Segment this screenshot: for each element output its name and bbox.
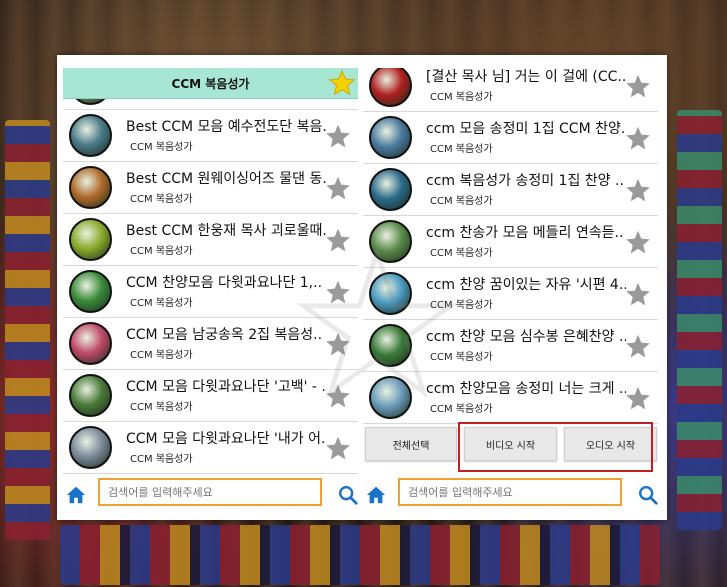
favorite-star-icon[interactable]	[624, 281, 652, 308]
favorite-star-icon[interactable]	[324, 123, 352, 150]
select-all-button[interactable]: 전체선택	[365, 427, 457, 461]
category-header: CCM 복음성가	[63, 68, 358, 99]
video-thumbnail	[69, 322, 112, 365]
video-title: [결산 목사 님] 거는 이 걸에 (CC..	[426, 69, 626, 85]
video-title: ccm 찬양 꿈이있는 자유 '시편 4..	[426, 277, 626, 293]
video-title: Best CCM 한웅재 목사 괴로울때..	[126, 223, 326, 239]
video-title: CCM 모음 남궁송옥 2집 복음성..	[126, 327, 323, 343]
video-title: CCM 찬양모음 다윗과요나단 1,..	[126, 275, 323, 291]
video-thumbnail	[369, 376, 412, 419]
video-category: CCM 복음성가	[130, 350, 193, 361]
search-bar	[363, 475, 658, 513]
list-item[interactable]: ccm 찬송가 모음 메들리 연속듣.. CCM 복음성가	[363, 216, 658, 268]
video-title: CCM 모음 다윗과요나단 '고백' - ..	[126, 379, 326, 395]
video-thumbnail	[69, 426, 112, 469]
home-icon[interactable]	[65, 484, 87, 506]
favorite-star-icon[interactable]	[328, 69, 356, 97]
favorite-star-icon[interactable]	[324, 227, 352, 254]
video-thumbnail	[369, 116, 412, 159]
video-category: CCM 복음성가	[130, 298, 193, 309]
list-item[interactable]: [결산 목사 님] 거는 이 걸에 (CC.. CCM 복음성가	[363, 68, 658, 112]
video-category: CCM 복음성가	[430, 92, 493, 103]
video-thumbnail	[369, 324, 412, 367]
video-category: CCM 복음성가	[430, 352, 493, 363]
video-category: CCM 복음성가	[130, 454, 193, 465]
list-item[interactable]: ccm 복음성가 송정미 1집 찬양 .. CCM 복음성가	[363, 164, 658, 216]
list-item[interactable]: ccm 모음 송정미 1집 CCM 찬양.. CCM 복음성가	[363, 112, 658, 164]
video-thumbnail	[369, 220, 412, 263]
video-thumbnail	[69, 374, 112, 417]
list-item[interactable]: ccm 찬양 꿈이있는 자유 '시편 4.. CCM 복음성가	[363, 268, 658, 320]
video-thumbnail	[69, 166, 112, 209]
video-thumbnail	[69, 114, 112, 157]
video-list: CCM 복음성가Best CCM 모음 예수전도단 복음..CCM 복음성가Be…	[63, 68, 358, 474]
video-category: CCM 복음성가	[430, 144, 493, 155]
list-item[interactable]: CCM 모음 다윗과요나단 '고백' - .. CCM 복음성가	[63, 370, 358, 422]
favorite-star-icon[interactable]	[624, 229, 652, 256]
video-category: CCM 복음성가	[130, 402, 193, 413]
video-title: Best CCM 원웨이싱어즈 물댄 동..	[126, 171, 326, 187]
video-thumbnail	[369, 272, 412, 315]
list-item[interactable]: CCM 모음 남궁송옥 2집 복음성.. CCM 복음성가	[63, 318, 358, 370]
app-screen: CCM 복음성가 CCM 복음성가 Best CCM 모음 예수전도단 복음.. C…	[57, 55, 667, 520]
video-title: Best CCM 모음 예수전도단 복음..	[126, 119, 326, 135]
category-title: CCM 복음성가	[171, 76, 250, 91]
favorite-star-icon[interactable]	[324, 383, 352, 410]
favorite-star-icon[interactable]	[624, 125, 652, 152]
video-category: CCM 복음성가	[130, 246, 193, 257]
video-thumbnail	[369, 168, 412, 211]
action-bar: 전체선택 비디오 시작 오디오 시작	[363, 422, 658, 472]
favorite-star-icon[interactable]	[324, 175, 352, 202]
search-icon[interactable]	[637, 484, 658, 506]
favorite-star-icon[interactable]	[624, 73, 652, 100]
video-start-button[interactable]: 비디오 시작	[464, 427, 557, 461]
video-category: CCM 복음성가	[130, 194, 193, 205]
video-list: [결산 목사 님] 거는 이 걸에 (CC.. CCM 복음성가 ccm 모음 송정…	[363, 68, 658, 424]
favorite-star-icon[interactable]	[324, 331, 352, 358]
search-icon[interactable]	[337, 484, 358, 506]
list-item[interactable]: CCM 모음 다윗과요나단 '내가 어.. CCM 복음성가	[63, 422, 358, 474]
video-category: CCM 복음성가	[430, 196, 493, 207]
favorite-star-icon[interactable]	[324, 435, 352, 462]
favorite-star-icon[interactable]	[624, 385, 652, 412]
video-thumbnail	[69, 270, 112, 313]
list-item[interactable]: ccm 찬양모음 송정미 너는 크게 .. CCM 복음성가	[363, 372, 658, 424]
favorite-star-icon[interactable]	[324, 279, 352, 306]
list-item[interactable]: ccm 찬양 모음 심수봉 은혜찬양 .. CCM 복음성가	[363, 320, 658, 372]
video-category: CCM 복음성가	[430, 248, 493, 259]
video-title: ccm 찬송가 모음 메들리 연속듣..	[426, 225, 624, 241]
video-thumbnail	[369, 68, 412, 107]
video-thumbnail	[69, 218, 112, 261]
video-title: ccm 모음 송정미 1집 CCM 찬양..	[426, 121, 626, 137]
search-bar	[63, 475, 358, 513]
video-title: CCM 모음 다윗과요나단 '내가 어..	[126, 431, 326, 447]
video-category: CCM 복음성가	[130, 142, 193, 153]
search-input[interactable]	[98, 478, 322, 506]
video-title: ccm 찬양 모음 심수봉 은혜찬양 ..	[426, 329, 626, 345]
list-item[interactable]: Best CCM 원웨이싱어즈 물댄 동.. CCM 복음성가	[63, 162, 358, 214]
video-title: ccm 찬양모음 송정미 너는 크게 ..	[426, 381, 626, 397]
stained-glass-window	[677, 110, 722, 530]
search-input[interactable]	[398, 478, 622, 506]
home-icon[interactable]	[365, 484, 387, 506]
left-panel: CCM 복음성가 CCM 복음성가 Best CCM 모음 예수전도단 복음.. C…	[63, 68, 358, 513]
video-category: CCM 복음성가	[430, 404, 493, 415]
audio-start-button[interactable]: 오디오 시작	[564, 427, 657, 461]
list-item[interactable]: Best CCM 한웅재 목사 괴로울때.. CCM 복음성가	[63, 214, 358, 266]
right-panel: [결산 목사 님] 거는 이 걸에 (CC.. CCM 복음성가 ccm 모음 송정…	[363, 68, 658, 513]
stained-glass-window	[60, 525, 660, 585]
video-title: ccm 복음성가 송정미 1집 찬양 ..	[426, 173, 624, 189]
list-item[interactable]: Best CCM 모음 예수전도단 복음.. CCM 복음성가	[63, 110, 358, 162]
stained-glass-window	[5, 120, 50, 540]
favorite-star-icon[interactable]	[624, 177, 652, 204]
favorite-star-icon[interactable]	[624, 333, 652, 360]
list-item[interactable]: CCM 찬양모음 다윗과요나단 1,.. CCM 복음성가	[63, 266, 358, 318]
video-category: CCM 복음성가	[430, 300, 493, 311]
